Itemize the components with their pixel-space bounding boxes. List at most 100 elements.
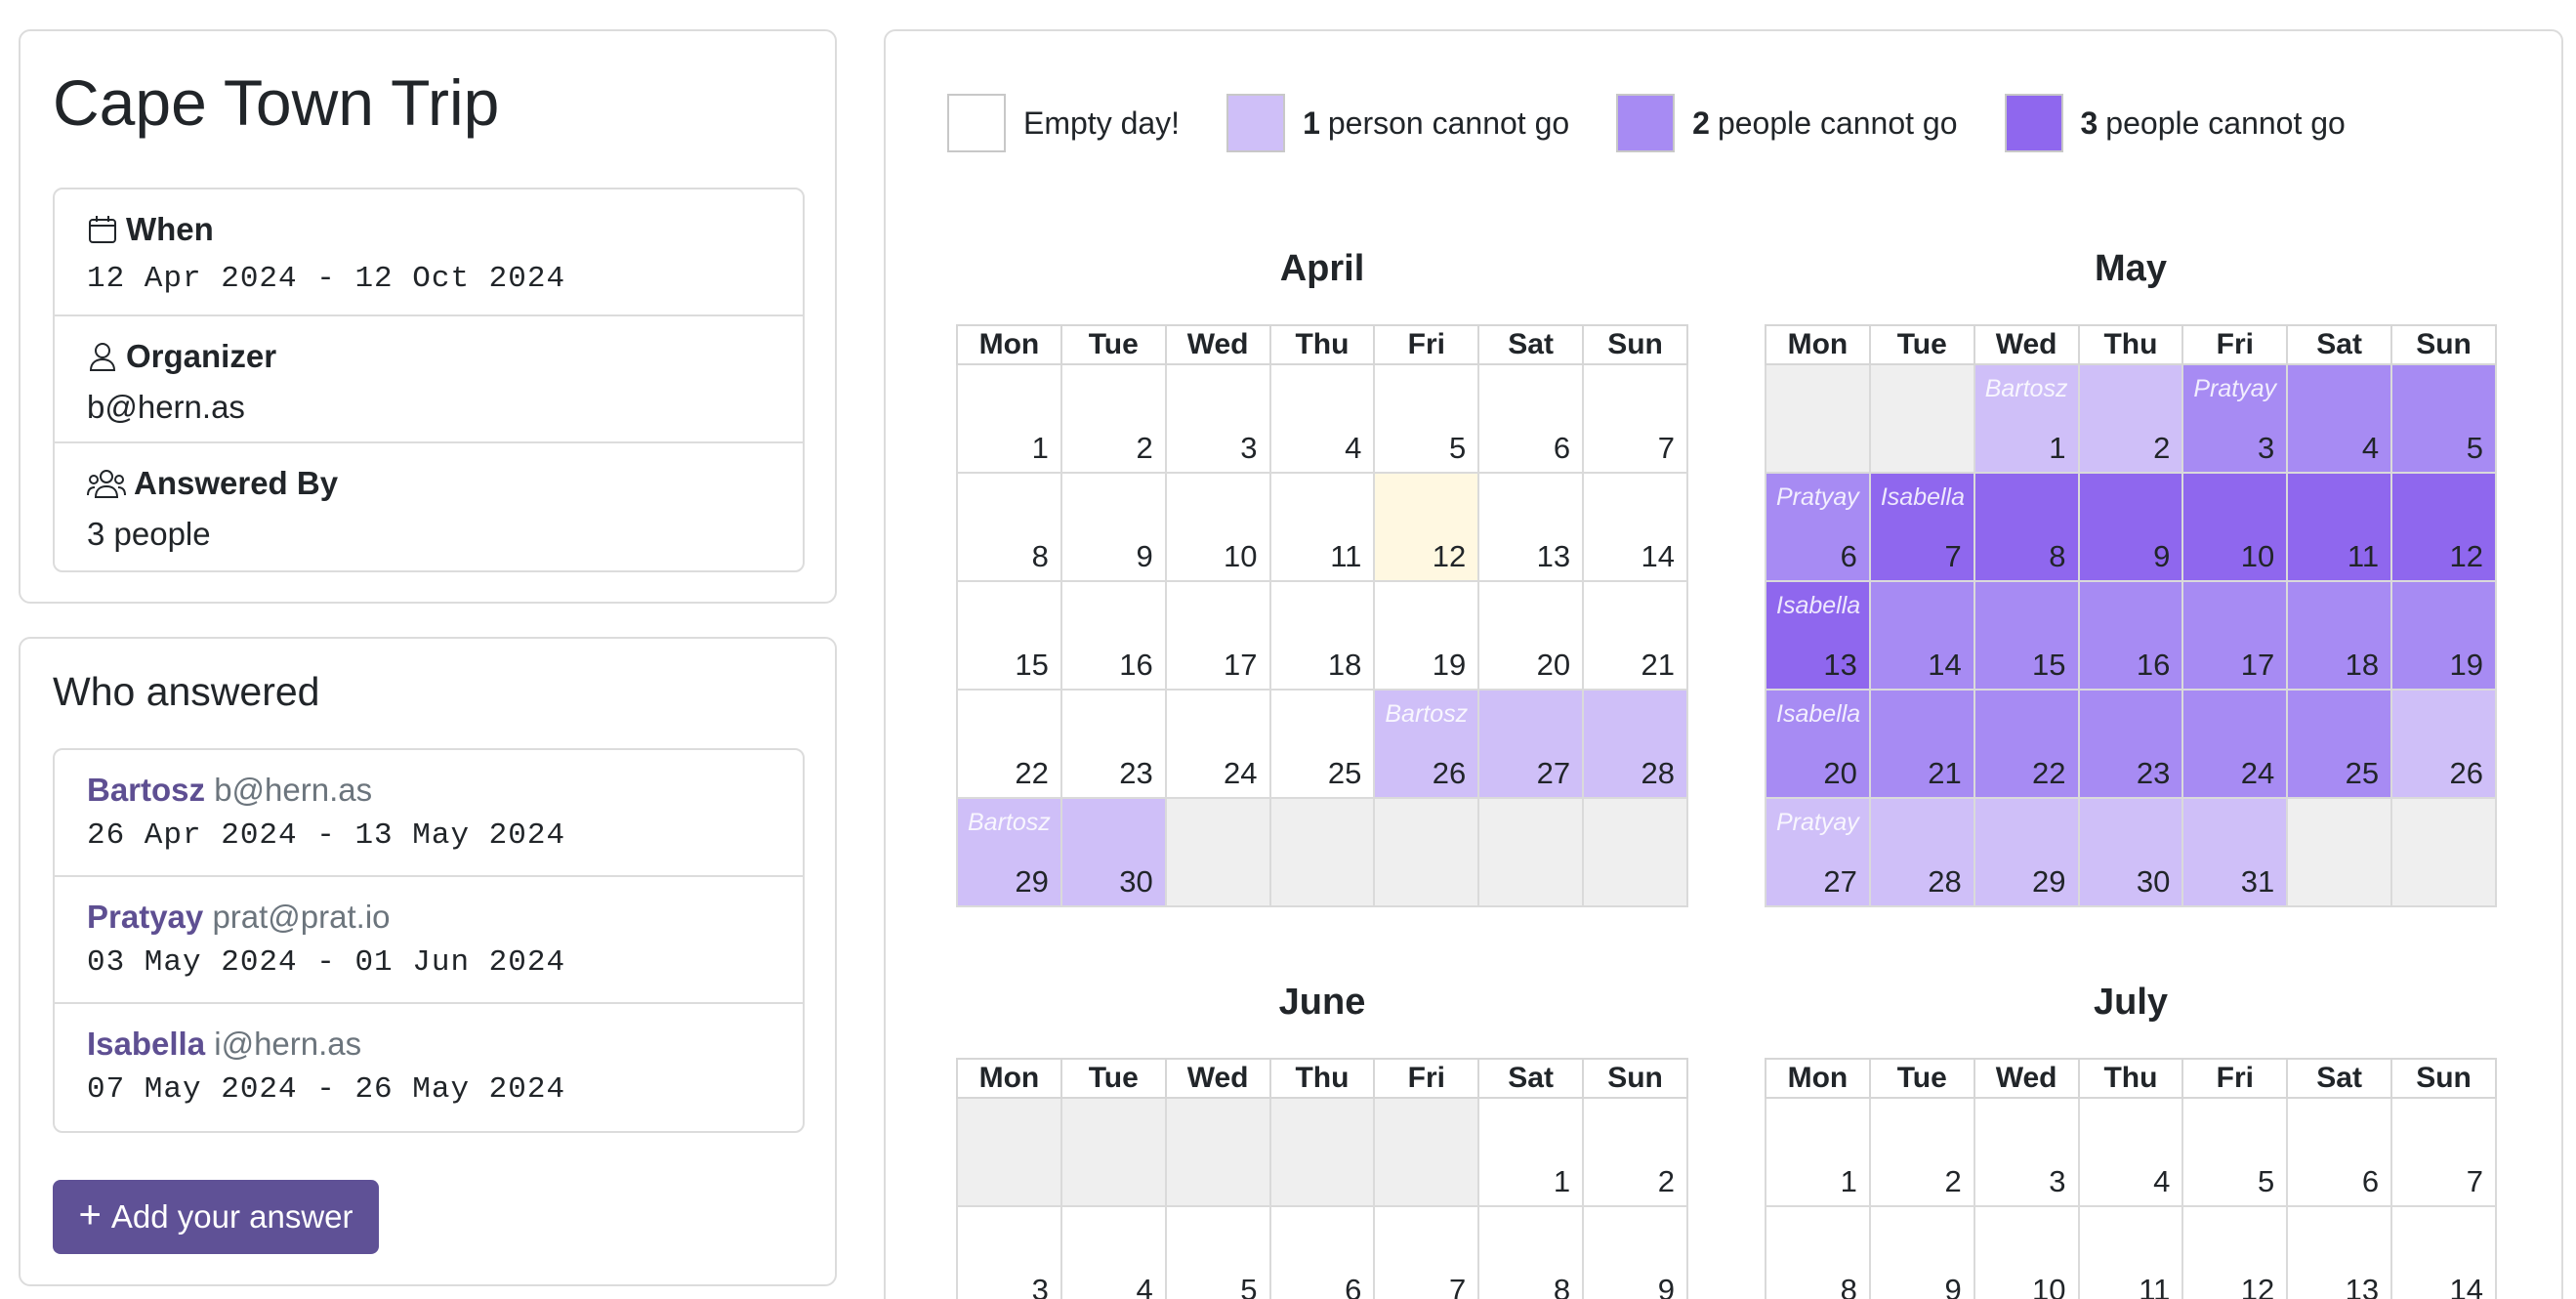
day-cell[interactable]: 9: [1582, 1205, 1688, 1299]
day-cell[interactable]: 12: [1373, 472, 1480, 582]
day-cell[interactable]: 7: [2390, 1097, 2497, 1207]
day-cell[interactable]: 18: [1268, 580, 1376, 691]
day-cell[interactable]: Isabella 13: [1765, 580, 1871, 691]
day-cell[interactable]: 14: [1582, 472, 1688, 582]
day-cell[interactable]: 29: [1973, 797, 2080, 907]
day-cell[interactable]: 15: [1973, 580, 2080, 691]
day-cell[interactable]: 3: [1164, 363, 1271, 474]
organizer-value: b@hern.as: [87, 389, 245, 425]
day-cell[interactable]: 2: [1059, 363, 1167, 474]
weekday-header: Sat: [2286, 1058, 2393, 1099]
day-cell[interactable]: 15: [956, 580, 1062, 691]
day-cell[interactable]: 16: [1059, 580, 1167, 691]
day-cell[interactable]: 25: [2286, 689, 2393, 799]
day-cell[interactable]: Pratyay 6: [1765, 472, 1871, 582]
day-cell[interactable]: 21: [1868, 689, 1975, 799]
day-cell[interactable]: 16: [2077, 580, 2184, 691]
day-cell[interactable]: 5: [1164, 1205, 1271, 1299]
day-cell[interactable]: Pratyay 3: [2181, 363, 2289, 474]
day-cell[interactable]: 1: [1477, 1097, 1585, 1207]
day-cell[interactable]: 8: [1973, 472, 2080, 582]
day-cell[interactable]: Bartosz 26: [1373, 689, 1480, 799]
day-cell[interactable]: 26: [2390, 689, 2497, 799]
day-cell[interactable]: 11: [2077, 1205, 2184, 1299]
day-cell[interactable]: 3: [956, 1205, 1062, 1299]
day-cell[interactable]: 22: [1973, 689, 2080, 799]
trip-info-list: When 12 Apr 2024 - 12 Oct 2024 Organizer…: [53, 188, 805, 572]
day-cell[interactable]: 10: [2181, 472, 2289, 582]
day-cell[interactable]: 5: [2390, 363, 2497, 474]
day-cell[interactable]: 13: [1477, 472, 1585, 582]
day-cell[interactable]: 4: [2077, 1097, 2184, 1207]
day-cell[interactable]: 27: [1477, 689, 1585, 799]
day-cell[interactable]: 14: [2390, 1205, 2497, 1299]
day-cell[interactable]: 8: [1765, 1205, 1871, 1299]
legend-item: 1 person cannot go: [1226, 94, 1569, 152]
day-cell[interactable]: 14: [1868, 580, 1975, 691]
day-cell[interactable]: 6: [1477, 363, 1585, 474]
day-cell[interactable]: 11: [1268, 472, 1376, 582]
day-cell[interactable]: 21: [1582, 580, 1688, 691]
day-cell[interactable]: 8: [956, 472, 1062, 582]
day-cell[interactable]: Isabella 7: [1868, 472, 1975, 582]
day-cell[interactable]: Bartosz 1: [1973, 363, 2080, 474]
day-cell[interactable]: 7: [1373, 1205, 1480, 1299]
day-cell[interactable]: Bartosz 29: [956, 797, 1062, 907]
day-cell[interactable]: 8: [1477, 1205, 1585, 1299]
day-cell[interactable]: 18: [2286, 580, 2393, 691]
day-cell[interactable]: 2: [1582, 1097, 1688, 1207]
day-number: 9: [2153, 539, 2171, 573]
day-number: 10: [2032, 1273, 2066, 1299]
day-cell[interactable]: 17: [1164, 580, 1271, 691]
day-number: 2: [1944, 1164, 1962, 1198]
day-cell[interactable]: 28: [1868, 797, 1975, 907]
add-answer-button[interactable]: + Add your answer: [53, 1180, 379, 1254]
day-cell[interactable]: 23: [2077, 689, 2184, 799]
day-cell[interactable]: 4: [1268, 363, 1376, 474]
day-cell[interactable]: 4: [1059, 1205, 1167, 1299]
day-cell[interactable]: 5: [1373, 363, 1480, 474]
day-cell[interactable]: 3: [1973, 1097, 2080, 1207]
day-number: 16: [2136, 648, 2171, 682]
day-cell[interactable]: 2: [2077, 363, 2184, 474]
day-cell[interactable]: 5: [2181, 1097, 2289, 1207]
day-cell[interactable]: 6: [1268, 1205, 1376, 1299]
day-cell[interactable]: 23: [1059, 689, 1167, 799]
day-cell[interactable]: Pratyay 27: [1765, 797, 1871, 907]
day-cell[interactable]: 9: [1059, 472, 1167, 582]
day-number: 22: [2032, 756, 2066, 790]
day-cell[interactable]: Isabella 20: [1765, 689, 1871, 799]
day-cell[interactable]: 7: [1582, 363, 1688, 474]
day-cell[interactable]: 25: [1268, 689, 1376, 799]
padding-day: [1164, 1097, 1271, 1207]
day-cell[interactable]: 9: [1868, 1205, 1975, 1299]
day-cell[interactable]: 12: [2181, 1205, 2289, 1299]
day-cell[interactable]: 24: [1164, 689, 1271, 799]
day-cell[interactable]: 24: [2181, 689, 2289, 799]
day-cell[interactable]: 17: [2181, 580, 2289, 691]
day-cell[interactable]: 12: [2390, 472, 2497, 582]
day-cell[interactable]: 1: [1765, 1097, 1871, 1207]
day-cell[interactable]: 10: [1164, 472, 1271, 582]
day-cell[interactable]: 11: [2286, 472, 2393, 582]
day-cell[interactable]: 9: [2077, 472, 2184, 582]
day-cell[interactable]: 31: [2181, 797, 2289, 907]
day-cell[interactable]: 4: [2286, 363, 2393, 474]
day-cell[interactable]: 28: [1582, 689, 1688, 799]
day-cell[interactable]: 19: [1373, 580, 1480, 691]
day-number: 13: [1823, 648, 1857, 682]
day-cell[interactable]: 10: [1973, 1205, 2080, 1299]
day-cell[interactable]: 30: [1059, 797, 1167, 907]
week-row: 22 23 24 25 Bartosz 26 27 28: [956, 689, 1688, 799]
day-cell[interactable]: 6: [2286, 1097, 2393, 1207]
legend-item: 3 people cannot go: [2004, 94, 2346, 152]
day-number: 23: [1119, 756, 1153, 790]
day-number: 1: [1553, 1164, 1571, 1198]
day-cell[interactable]: 19: [2390, 580, 2497, 691]
day-cell[interactable]: 1: [956, 363, 1062, 474]
day-cell[interactable]: 20: [1477, 580, 1585, 691]
day-cell[interactable]: 13: [2286, 1205, 2393, 1299]
day-cell[interactable]: 30: [2077, 797, 2184, 907]
day-cell[interactable]: 2: [1868, 1097, 1975, 1207]
day-cell[interactable]: 22: [956, 689, 1062, 799]
